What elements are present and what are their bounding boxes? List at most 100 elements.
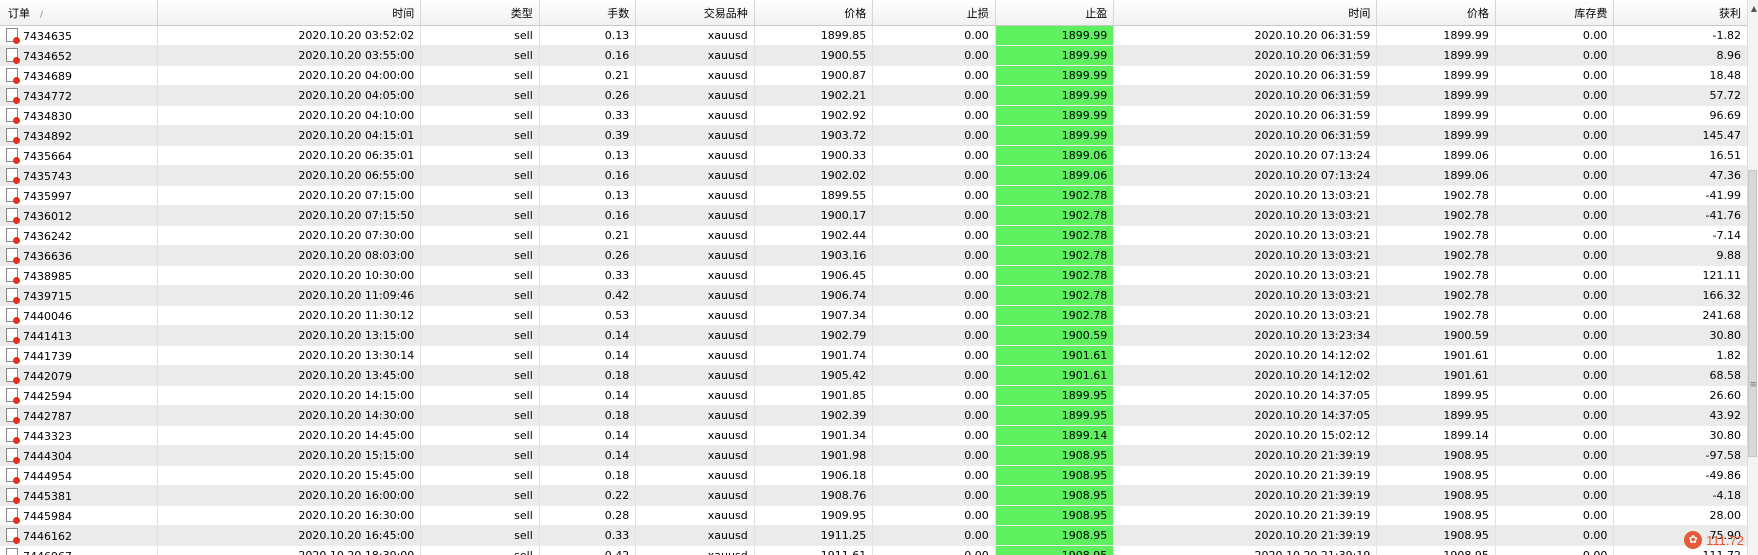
cell-order-id: 7435743 <box>0 165 159 186</box>
table-row[interactable]: 7445381 2020.10.20 16:00:00 sell 0.22 xauusd… <box>0 485 1748 506</box>
col-header-take-profit[interactable]: 止盈 <box>995 0 1115 26</box>
col-header-symbol[interactable]: 交易品种 <box>635 0 755 26</box>
cell-open-price: 1906.74 <box>754 285 874 306</box>
cell-type: sell <box>420 465 540 486</box>
cell-open-price: 1909.95 <box>754 505 874 526</box>
table-row[interactable]: 7435997 2020.10.20 07:15:00 sell 0.13 xauusd… <box>0 185 1748 206</box>
closed-order-doc-icon <box>6 108 20 124</box>
cell-lots: 0.18 <box>539 405 637 426</box>
cell-swap: 0.00 <box>1495 505 1615 526</box>
cell-profit: -4.18 <box>1613 485 1748 506</box>
cell-type: sell <box>420 505 540 526</box>
col-header-order[interactable]: 订单 / <box>0 0 159 26</box>
cell-lots: 0.33 <box>539 265 637 286</box>
table-row[interactable]: 7442787 2020.10.20 14:30:00 sell 0.18 xauusd… <box>0 405 1748 426</box>
cell-order-id: 7445381 <box>0 485 159 506</box>
cell-type: sell <box>420 225 540 246</box>
cell-take-profit: 1908.95 <box>995 505 1115 526</box>
col-header-profit[interactable]: 获利 <box>1613 0 1748 26</box>
cell-order-id: 7438985 <box>0 265 159 286</box>
table-row[interactable]: 7442079 2020.10.20 13:45:00 sell 0.18 xauusd… <box>0 365 1748 386</box>
table-row[interactable]: 7444954 2020.10.20 15:45:00 sell 0.18 xauusd… <box>0 465 1748 486</box>
table-row[interactable]: 7439715 2020.10.20 11:09:46 sell 0.42 xauusd… <box>0 285 1748 306</box>
table-row[interactable]: 7445984 2020.10.20 16:30:00 sell 0.28 xauusd… <box>0 505 1748 526</box>
cell-lots: 0.13 <box>539 145 637 166</box>
cell-open-time: 2020.10.20 03:55:00 <box>157 45 422 66</box>
cell-type: sell <box>420 45 540 66</box>
cell-lots: 0.42 <box>539 285 637 306</box>
table-row[interactable]: 7434830 2020.10.20 04:10:00 sell 0.33 xauusd… <box>0 105 1748 126</box>
cell-open-time: 2020.10.20 06:55:00 <box>157 165 422 186</box>
cell-order-id: 7442787 <box>0 405 159 426</box>
cell-symbol: xauusd <box>635 305 755 326</box>
table-row[interactable]: 7436012 2020.10.20 07:15:50 sell 0.16 xauusd… <box>0 205 1748 226</box>
table-row[interactable]: 7434892 2020.10.20 04:15:01 sell 0.39 xauusd… <box>0 125 1748 146</box>
table-row[interactable]: 7435743 2020.10.20 06:55:00 sell 0.16 xauusd… <box>0 165 1748 186</box>
table-row[interactable]: 7444304 2020.10.20 15:15:00 sell 0.14 xauusd… <box>0 445 1748 466</box>
table-row[interactable]: 7438985 2020.10.20 10:30:00 sell 0.33 xauusd… <box>0 265 1748 286</box>
table-row[interactable]: 7440046 2020.10.20 11:30:12 sell 0.53 xauusd… <box>0 305 1748 326</box>
cell-lots: 0.14 <box>539 445 637 466</box>
col-header-close-time[interactable]: 时间 <box>1113 0 1378 26</box>
cell-take-profit: 1902.78 <box>995 245 1115 266</box>
cell-swap: 0.00 <box>1495 205 1615 226</box>
cell-stop-loss: 0.00 <box>872 45 996 66</box>
cell-profit: -49.86 <box>1613 465 1748 486</box>
cell-type: sell <box>420 285 540 306</box>
cell-close-time: 2020.10.20 21:39:19 <box>1113 525 1378 546</box>
table-row[interactable]: 7446967 2020.10.20 18:30:00sell0.42xauusd… <box>0 545 1748 555</box>
table-row[interactable]: 7434652 2020.10.20 03:55:00 sell 0.16 xauusd… <box>0 45 1748 66</box>
order-id-text: 7442787 <box>23 410 72 423</box>
col-header-swap[interactable]: 库存费 <box>1495 0 1615 26</box>
cell-symbol: xauusd <box>635 65 755 86</box>
table-row[interactable]: 7435664 2020.10.20 06:35:01 sell 0.13 xauusd… <box>0 145 1748 166</box>
cell-swap: 0.00 <box>1495 265 1615 286</box>
closed-order-doc-icon <box>6 128 20 144</box>
cell-close-time: 2020.10.20 13:03:21 <box>1113 225 1378 246</box>
order-id-text: 7436636 <box>23 250 72 263</box>
table-row[interactable]: 7434772 2020.10.20 04:05:00 sell 0.26 xauusd… <box>0 85 1748 106</box>
cell-profit: -41.76 <box>1613 205 1748 226</box>
col-header-lots[interactable]: 手数 <box>539 0 637 26</box>
vertical-scrollbar[interactable]: ▲ ≡ <box>1747 0 1758 555</box>
cell-symbol: xauusd <box>635 285 755 306</box>
col-header-open-time[interactable]: 时间 <box>157 0 422 26</box>
trade-rows: 7434635 2020.10.20 03:52:02 sell 0.13 xauusd… <box>0 25 1748 555</box>
cell-open-time: 2020.10.20 06:35:01 <box>157 145 422 166</box>
table-row[interactable]: 7436242 2020.10.20 07:30:00 sell 0.21 xauusd… <box>0 225 1748 246</box>
col-header-stop-loss[interactable]: 止损 <box>872 0 996 26</box>
table-row[interactable]: 7434635 2020.10.20 03:52:02 sell 0.13 xauusd… <box>0 25 1748 46</box>
cell-take-profit: 1902.78 <box>995 225 1115 246</box>
table-row[interactable]: 7441413 2020.10.20 13:15:00 sell 0.14 xauusd… <box>0 325 1748 346</box>
table-row[interactable]: 7434689 2020.10.20 04:00:00 sell 0.21 xauusd… <box>0 65 1748 86</box>
table-row[interactable]: 7441739 2020.10.20 13:30:14 sell 0.14 xauusd… <box>0 345 1748 366</box>
cell-take-profit: 1902.78 <box>995 305 1115 326</box>
col-header-close-price[interactable]: 价格 <box>1376 0 1496 26</box>
order-id-text: 7434689 <box>23 70 72 83</box>
table-row[interactable]: 7443323 2020.10.20 14:45:00 sell 0.14 xauusd… <box>0 425 1748 446</box>
table-row[interactable]: 7446162 2020.10.20 16:45:00 sell 0.33 xauusd… <box>0 525 1748 546</box>
cell-type: sell <box>420 385 540 406</box>
cell-type: sell <box>420 245 540 266</box>
cell-profit: 30.80 <box>1613 425 1748 446</box>
col-header-open-price[interactable]: 价格 <box>754 0 874 26</box>
cell-symbol: xauusd <box>635 85 755 106</box>
order-id-text: 7434830 <box>23 110 72 123</box>
cell-close-time: 2020.10.20 06:31:59 <box>1113 125 1378 146</box>
cell-profit: 96.69 <box>1613 105 1748 126</box>
closed-order-doc-icon <box>6 268 20 284</box>
table-row[interactable]: 7442594 2020.10.20 14:15:00 sell 0.14 xauusd… <box>0 385 1748 406</box>
cell-take-profit: 1899.95 <box>995 385 1115 406</box>
cell-stop-loss: 0.00 <box>872 65 996 86</box>
cell-order-id: 7442594 <box>0 385 159 406</box>
trade-history-grid: 订单 / 时间 类型 手数 交易品种 价格 止损 止盈 时间 价格 库存费 获利 … <box>0 0 1748 555</box>
table-row[interactable]: 7436636 2020.10.20 08:03:00 sell 0.26 xauusd… <box>0 245 1748 266</box>
cell-symbol: xauusd <box>635 545 755 555</box>
cell-close-price: 1902.78 <box>1376 225 1496 246</box>
col-header-type[interactable]: 类型 <box>420 0 540 26</box>
cell-open-price: 1911.25 <box>754 525 874 546</box>
scroll-up-arrow-icon[interactable]: ▲ <box>1751 4 1757 13</box>
cell-take-profit: 1899.06 <box>995 145 1115 166</box>
cell-open-price: 1902.44 <box>754 225 874 246</box>
scrollbar-thumb[interactable] <box>1748 170 1757 457</box>
